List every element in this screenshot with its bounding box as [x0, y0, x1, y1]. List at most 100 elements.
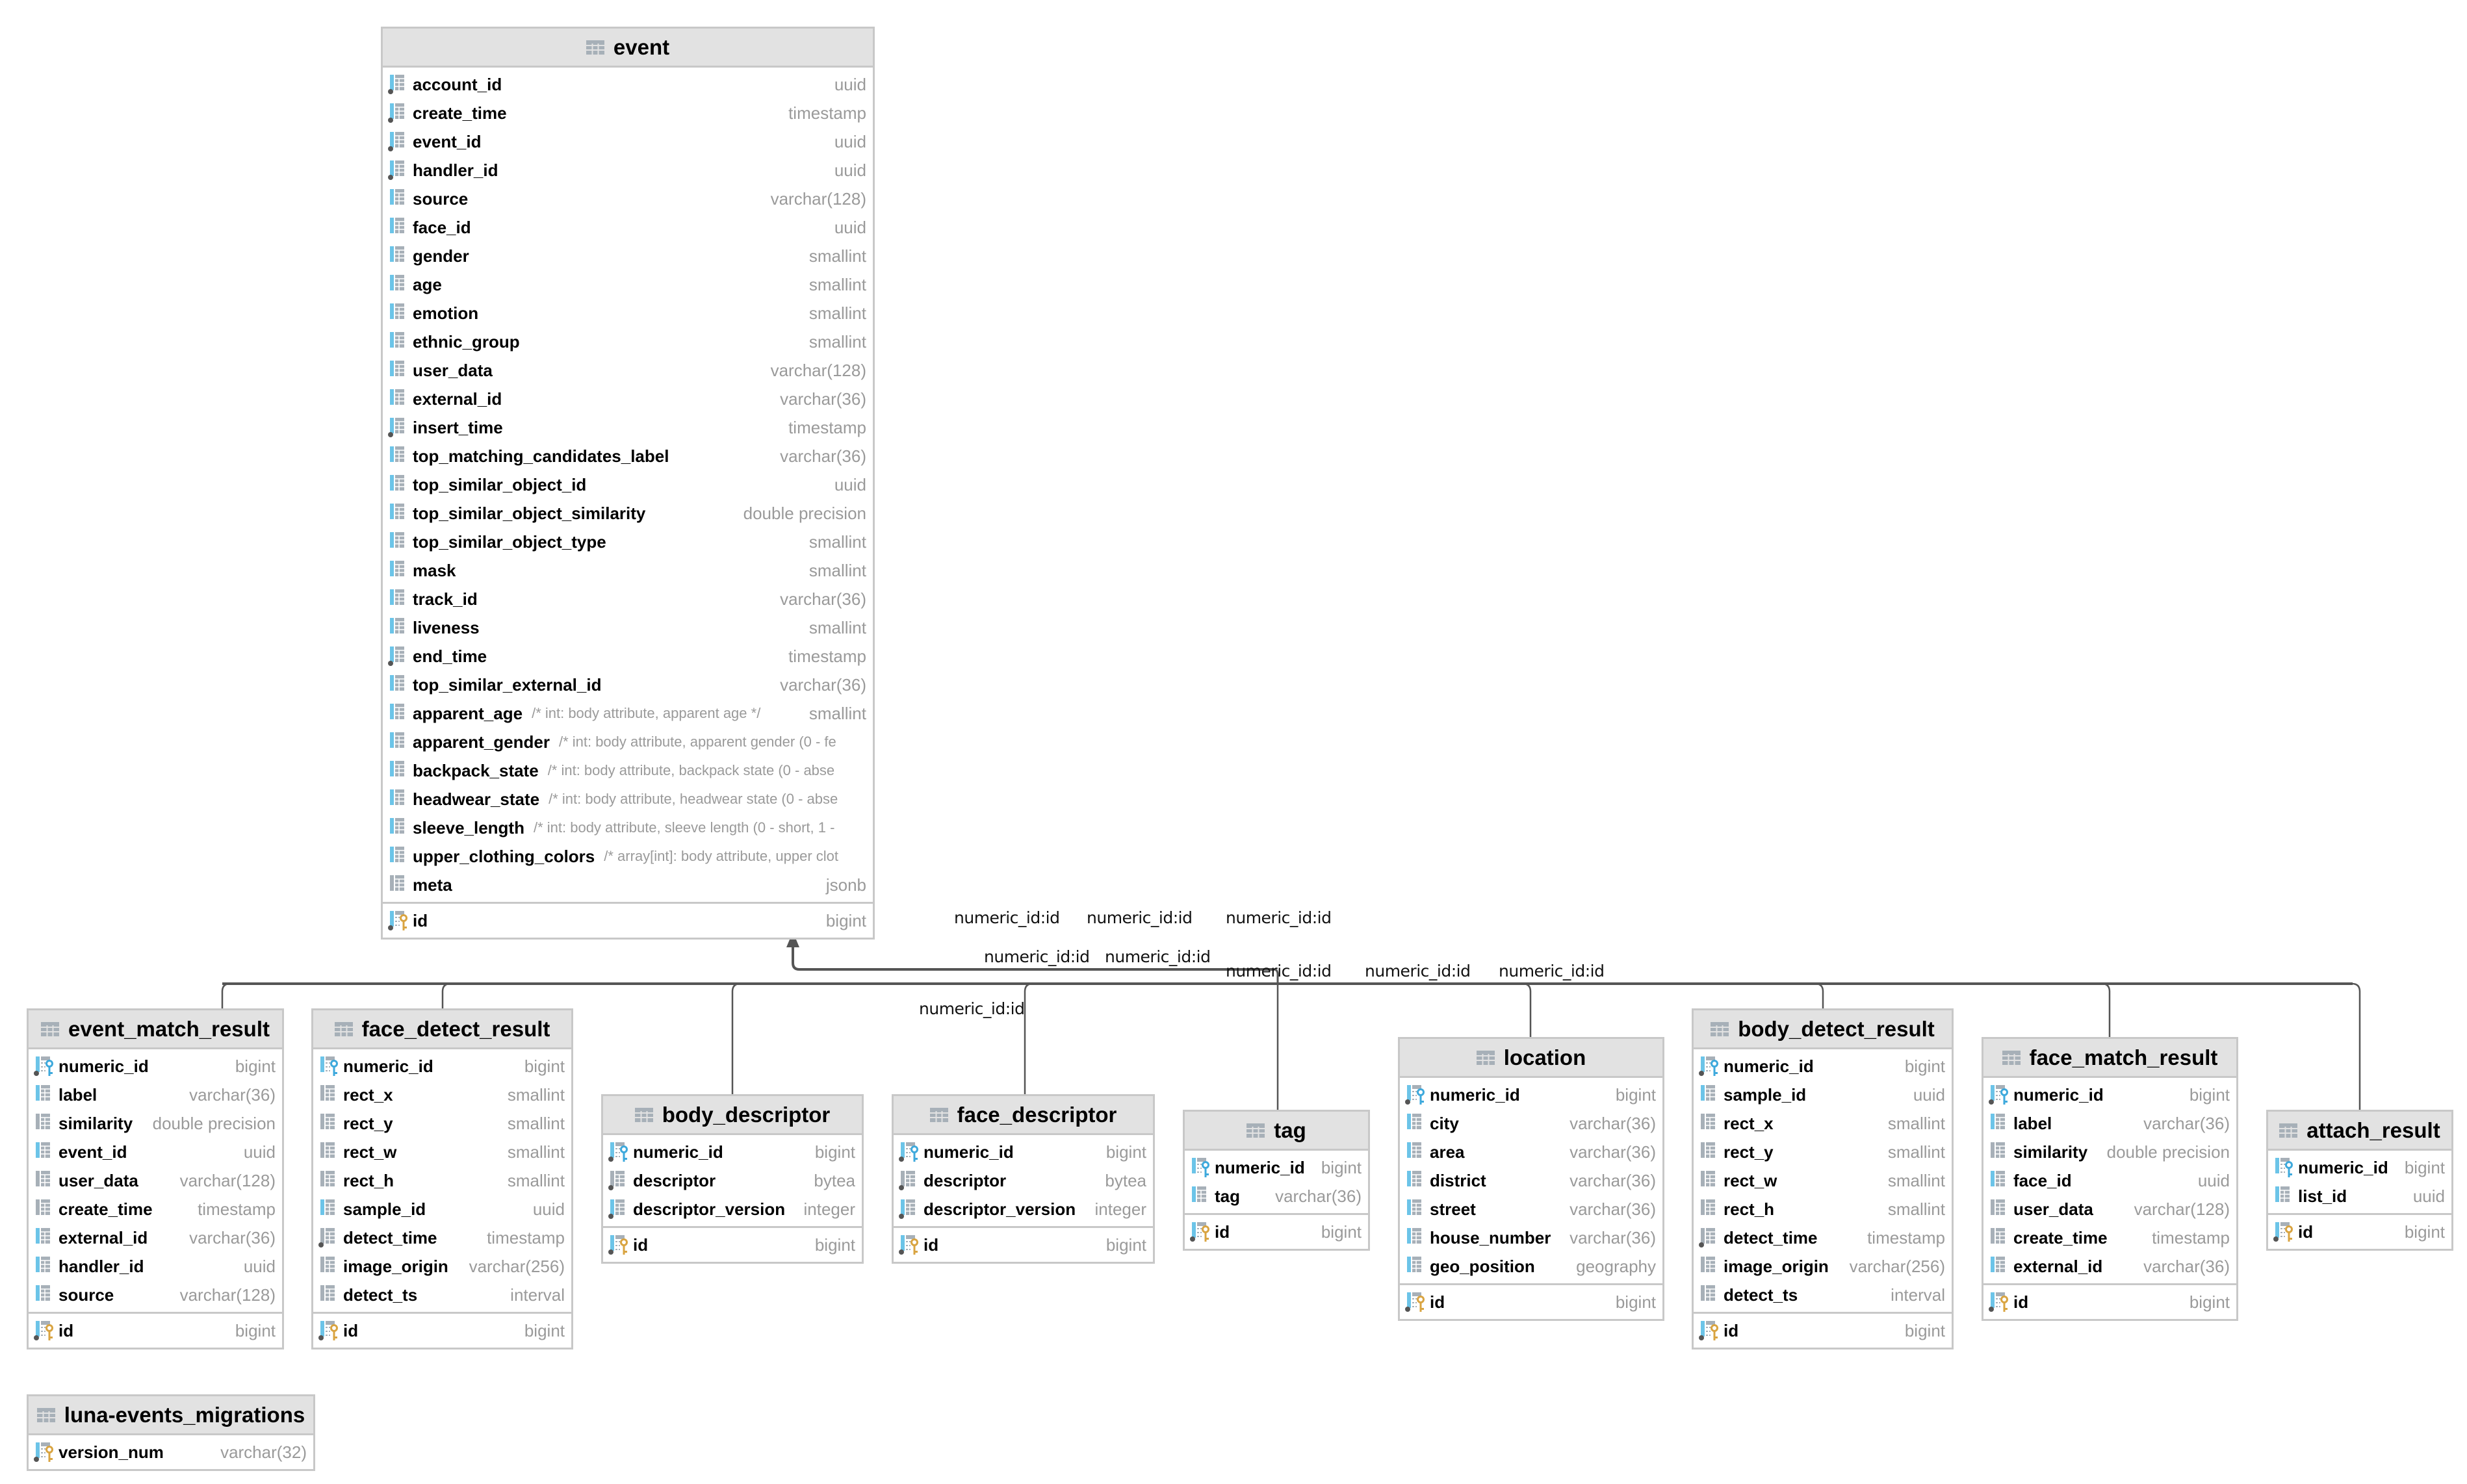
column-row[interactable]: external_id varchar(36): [29, 1223, 282, 1252]
table-location[interactable]: location numeric_id bigint city varchar(36…: [1398, 1037, 1664, 1321]
table-header[interactable]: location: [1400, 1039, 1662, 1078]
column-row[interactable]: handler_id uuid: [383, 156, 873, 185]
primary-key-row[interactable]: id bigint: [383, 906, 873, 935]
table-attach-result[interactable]: attach_result numeric_id bigint list_id uu…: [2266, 1110, 2453, 1251]
column-row[interactable]: account_id uuid: [383, 70, 873, 99]
column-row[interactable]: upper_clothing_colors /* array[int]: body…: [383, 842, 873, 871]
column-row[interactable]: numeric_id bigint: [29, 1052, 282, 1081]
column-row[interactable]: numeric_id bigint: [2268, 1153, 2451, 1182]
column-row[interactable]: sample_id uuid: [1694, 1081, 1952, 1109]
column-row[interactable]: apparent_gender /* int: body attribute, a…: [383, 728, 873, 756]
column-row[interactable]: similarity double precision: [1983, 1138, 2236, 1166]
column-row[interactable]: sleeve_length /* int: body attribute, sle…: [383, 813, 873, 842]
table-face-descriptor[interactable]: face_descriptor numeric_id bigint descrip…: [892, 1094, 1155, 1264]
column-row[interactable]: image_origin varchar(256): [313, 1252, 571, 1281]
column-row[interactable]: end_time timestamp: [383, 642, 873, 671]
primary-key-row[interactable]: id bigint: [1694, 1316, 1952, 1345]
column-row[interactable]: face_id uuid: [383, 213, 873, 242]
column-row[interactable]: user_data varchar(128): [383, 356, 873, 385]
column-row[interactable]: geo_position geography: [1400, 1252, 1662, 1281]
column-row[interactable]: descriptor bytea: [894, 1166, 1153, 1195]
column-row[interactable]: apparent_age /* int: body attribute, appa…: [383, 699, 873, 728]
column-row[interactable]: emotion smallint: [383, 299, 873, 327]
column-row[interactable]: rect_h smallint: [313, 1166, 571, 1195]
table-header[interactable]: event_match_result: [29, 1010, 282, 1049]
column-row[interactable]: user_data varchar(128): [29, 1166, 282, 1195]
column-row[interactable]: detect_time timestamp: [1694, 1223, 1952, 1252]
table-header[interactable]: luna-events_migrations: [29, 1396, 313, 1435]
column-row[interactable]: numeric_id bigint: [894, 1138, 1153, 1166]
column-row[interactable]: descriptor bytea: [603, 1166, 862, 1195]
table-body-descriptor[interactable]: body_descriptor numeric_id bigint descrip…: [601, 1094, 864, 1264]
column-row[interactable]: image_origin varchar(256): [1694, 1252, 1952, 1281]
column-row[interactable]: backpack_state /* int: body attribute, ba…: [383, 756, 873, 785]
column-row[interactable]: top_similar_external_id varchar(36): [383, 671, 873, 699]
column-row[interactable]: top_matching_candidates_label varchar(36): [383, 442, 873, 470]
column-row[interactable]: descriptor_version integer: [894, 1195, 1153, 1223]
column-row[interactable]: source varchar(128): [383, 185, 873, 213]
column-row[interactable]: create_time timestamp: [29, 1195, 282, 1223]
column-row[interactable]: numeric_id bigint: [1983, 1081, 2236, 1109]
column-row[interactable]: ethnic_group smallint: [383, 327, 873, 356]
primary-key-row[interactable]: id bigint: [603, 1231, 862, 1259]
column-row[interactable]: rect_w smallint: [313, 1138, 571, 1166]
column-row[interactable]: event_id uuid: [383, 127, 873, 156]
column-row[interactable]: rect_y smallint: [1694, 1138, 1952, 1166]
column-row[interactable]: liveness smallint: [383, 613, 873, 642]
column-row[interactable]: numeric_id bigint: [1694, 1052, 1952, 1081]
primary-key-row[interactable]: id bigint: [313, 1316, 571, 1345]
column-row[interactable]: street varchar(36): [1400, 1195, 1662, 1223]
column-row[interactable]: rect_w smallint: [1694, 1166, 1952, 1195]
column-row[interactable]: tag varchar(36): [1185, 1182, 1368, 1210]
column-row[interactable]: list_id uuid: [2268, 1182, 2451, 1210]
column-row[interactable]: numeric_id bigint: [1185, 1153, 1368, 1182]
column-row[interactable]: insert_time timestamp: [383, 413, 873, 442]
table-header[interactable]: body_descriptor: [603, 1096, 862, 1135]
table-event[interactable]: event account_id uuid create_time timestam…: [381, 27, 875, 940]
table-header[interactable]: event: [383, 29, 873, 68]
column-row[interactable]: detect_time timestamp: [313, 1223, 571, 1252]
primary-key-row[interactable]: id bigint: [1983, 1288, 2236, 1316]
column-row[interactable]: create_time timestamp: [383, 99, 873, 127]
column-row[interactable]: create_time timestamp: [1983, 1223, 2236, 1252]
primary-key-row[interactable]: id bigint: [29, 1316, 282, 1345]
column-row[interactable]: source varchar(128): [29, 1281, 282, 1309]
column-row[interactable]: rect_x smallint: [313, 1081, 571, 1109]
column-row[interactable]: rect_x smallint: [1694, 1109, 1952, 1138]
column-row[interactable]: detect_ts interval: [1694, 1281, 1952, 1309]
table-event-match-result[interactable]: event_match_result numeric_id bigint labe…: [27, 1008, 284, 1350]
column-row[interactable]: top_similar_object_type smallint: [383, 528, 873, 556]
primary-key-row[interactable]: id bigint: [2268, 1218, 2451, 1246]
column-row[interactable]: gender smallint: [383, 242, 873, 270]
table-header[interactable]: face_descriptor: [894, 1096, 1153, 1135]
column-row[interactable]: label varchar(36): [29, 1081, 282, 1109]
column-row[interactable]: top_similar_object_id uuid: [383, 470, 873, 499]
column-row[interactable]: external_id varchar(36): [1983, 1252, 2236, 1281]
column-row[interactable]: headwear_state /* int: body attribute, he…: [383, 785, 873, 813]
column-row[interactable]: user_data varchar(128): [1983, 1195, 2236, 1223]
column-row[interactable]: sample_id uuid: [313, 1195, 571, 1223]
column-row[interactable]: numeric_id bigint: [1400, 1081, 1662, 1109]
column-row[interactable]: district varchar(36): [1400, 1166, 1662, 1195]
primary-key-row[interactable]: id bigint: [1400, 1288, 1662, 1316]
column-row[interactable]: descriptor_version integer: [603, 1195, 862, 1223]
table-header[interactable]: attach_result: [2268, 1112, 2451, 1151]
column-row[interactable]: city varchar(36): [1400, 1109, 1662, 1138]
column-row[interactable]: age smallint: [383, 270, 873, 299]
column-row[interactable]: face_id uuid: [1983, 1166, 2236, 1195]
table-header[interactable]: face_detect_result: [313, 1010, 571, 1049]
column-row[interactable]: meta jsonb: [383, 871, 873, 899]
table-luna-events-migrations[interactable]: luna-events_migrations version_num varcha…: [27, 1394, 315, 1471]
column-row[interactable]: top_similar_object_similarity double prec…: [383, 499, 873, 528]
column-row[interactable]: rect_h smallint: [1694, 1195, 1952, 1223]
primary-key-row[interactable]: id bigint: [894, 1231, 1153, 1259]
column-row[interactable]: label varchar(36): [1983, 1109, 2236, 1138]
column-row[interactable]: detect_ts interval: [313, 1281, 571, 1309]
table-header[interactable]: body_detect_result: [1694, 1010, 1952, 1049]
table-header[interactable]: tag: [1185, 1112, 1368, 1151]
table-header[interactable]: face_match_result: [1983, 1039, 2236, 1078]
table-body-detect-result[interactable]: body_detect_result numeric_id bigint samp…: [1692, 1008, 1954, 1350]
column-row[interactable]: numeric_id bigint: [603, 1138, 862, 1166]
column-row[interactable]: rect_y smallint: [313, 1109, 571, 1138]
column-row[interactable]: event_id uuid: [29, 1138, 282, 1166]
